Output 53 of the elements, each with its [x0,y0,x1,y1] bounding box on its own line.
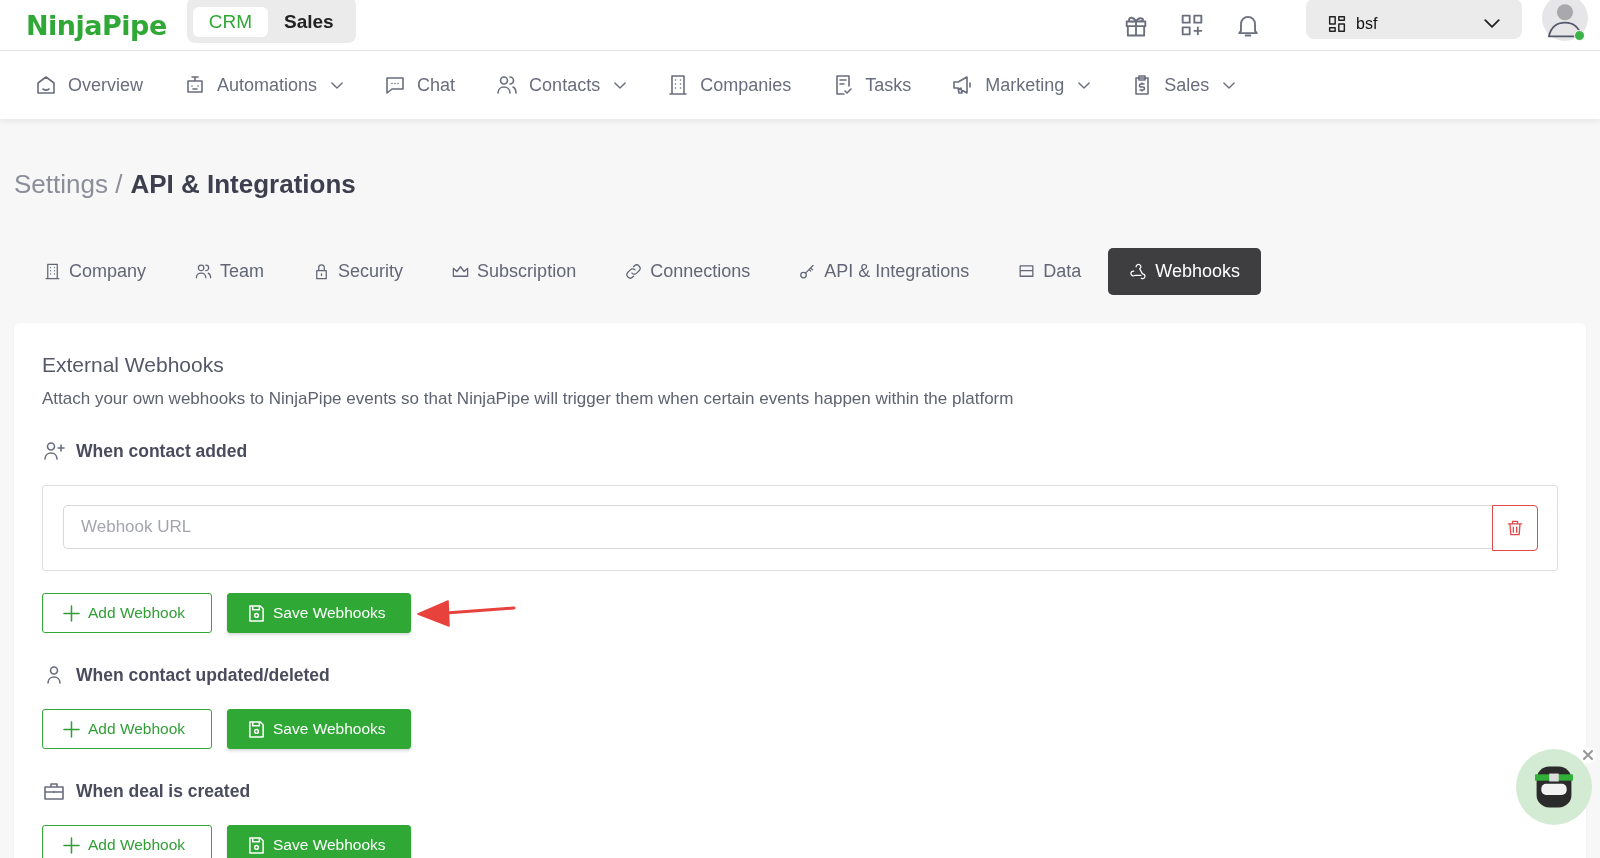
nav-item[interactable]: Marketing [951,73,1091,97]
webhook-icon [1129,262,1149,281]
settings-tab[interactable]: Team [173,248,286,295]
card-description: Attach your own webhooks to NinjaPipe events so that NinjaPipe will trigger them when certain events happen within the platform [42,389,1015,409]
nav-item[interactable]: Automations [183,73,344,97]
nav-item[interactable]: Companies [666,73,792,97]
settings-tab[interactable]: Webhooks [1108,248,1262,295]
trash-icon [1505,518,1525,538]
settings-tab[interactable]: Data [996,248,1103,295]
users-icon [194,262,214,281]
user-plus-icon [42,439,66,463]
nav-item[interactable]: Sales [1130,73,1236,97]
save-icon [248,836,265,854]
add-webhook-button[interactable]: Add Webhook [42,593,212,633]
link-icon [624,262,644,281]
save-icon [248,720,265,738]
event-title: When contact updated/deleted [76,664,330,686]
users-icon [495,73,520,97]
chevron-down-icon [1484,19,1500,28]
ninja-mascot-icon [1535,766,1573,808]
add-webhook-button[interactable]: Add Webhook [42,709,212,749]
settings-tab[interactable]: Connections [603,248,772,295]
settings-tab[interactable]: Subscription [430,248,598,295]
nav-item[interactable]: Chat [383,73,456,97]
house-icon [34,73,58,97]
nav-item[interactable]: Contacts [495,73,627,97]
delete-button[interactable] [1492,505,1538,551]
card-title: External Webhooks [42,353,225,377]
plus-icon [63,604,80,622]
close-icon[interactable] [1580,747,1596,763]
add-webhook-button[interactable]: Add Webhook [42,825,212,858]
breadcrumb-link[interactable]: Settings / [14,169,123,200]
event-title: When deal is created [76,780,251,802]
workspace-select[interactable]: bsf [1306,0,1522,39]
settings-tab[interactable]: Security [291,248,425,295]
mode-tab[interactable]: CRM [192,7,268,37]
save-webhooks-button[interactable]: Save Webhooks [227,709,411,749]
save-icon [248,604,265,622]
plus-icon [63,836,80,854]
avatar[interactable] [1542,0,1588,41]
event-title: When contact added [76,440,248,462]
settings-tab[interactable]: Company [22,248,168,295]
settings-tab[interactable]: API & Integrations [777,248,991,295]
save-webhooks-button[interactable]: Save Webhooks [227,593,411,633]
building-icon [43,262,62,281]
page-title: API & Integrations [130,169,356,200]
nav-item[interactable]: Tasks [831,73,912,97]
mode-tab[interactable]: Sales [268,7,350,37]
save-webhooks-button[interactable]: Save Webhooks [227,825,411,858]
nav-item[interactable]: Overview [34,73,143,97]
webhook-url-field[interactable]: Webhook URL [63,505,1492,549]
logo[interactable]: NinjaPipe [26,9,167,41]
plus-icon [63,720,80,738]
